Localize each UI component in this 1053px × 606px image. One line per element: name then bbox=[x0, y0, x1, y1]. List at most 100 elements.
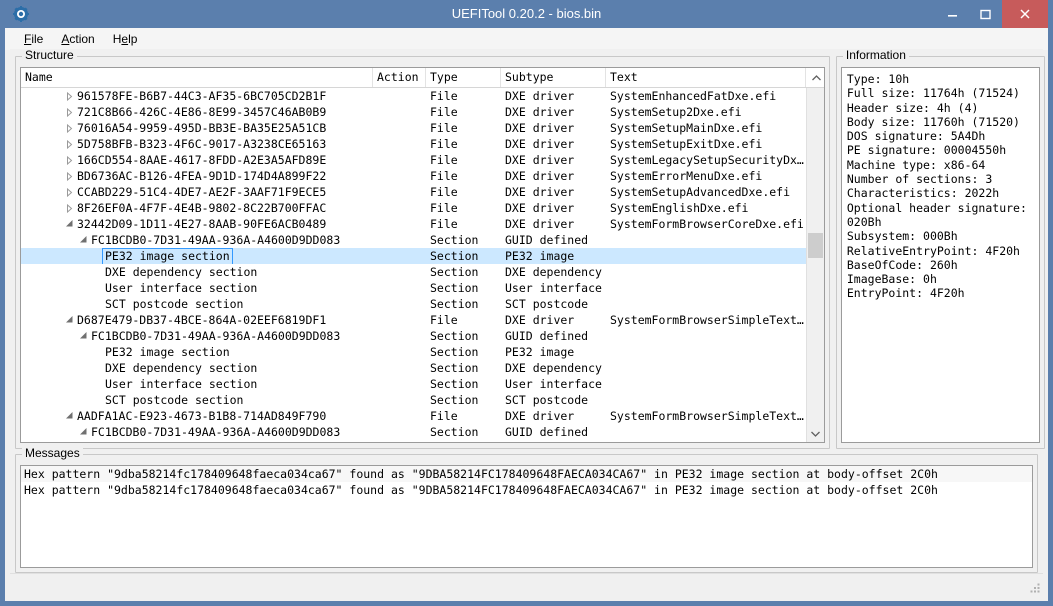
table-row[interactable]: 166CD554-8AAE-4617-8FDD-A2E3A5AFD89E File… bbox=[21, 152, 806, 168]
tree-row-name-cell[interactable]: 32442D09-1D11-4E27-8AAB-90FE6ACB0489 bbox=[21, 216, 373, 232]
tree-row-name-cell[interactable]: 8F26EF0A-4F7F-4E4B-9802-8C22B700FFAC bbox=[21, 200, 373, 216]
tree-row-text: SystemLegacySetupSecurityDx… bbox=[610, 153, 804, 167]
table-row[interactable]: PE32 image section Section PE32 image bbox=[21, 248, 806, 264]
tree-row-name-cell[interactable]: FC1BCDB0-7D31-49AA-936A-A4600D9DD083 bbox=[21, 232, 373, 248]
expand-triangle-icon[interactable] bbox=[63, 123, 75, 133]
tree-row-name-cell[interactable]: AADFA1AC-E923-4673-B1B8-714AD849F790 bbox=[21, 408, 373, 424]
column-header-subtype[interactable]: Subtype bbox=[501, 68, 606, 87]
table-row[interactable]: FC1BCDB0-7D31-49AA-936A-A4600D9DD083 Sect… bbox=[21, 232, 806, 248]
tree-rows[interactable]: 961578FE-B6B7-44C3-AF35-6BC705CD2B1F File… bbox=[21, 88, 806, 442]
menu-file[interactable]: File bbox=[15, 30, 52, 48]
table-row[interactable]: User interface section Section User interf… bbox=[21, 376, 806, 392]
tree-row-name-cell[interactable]: FC1BCDB0-7D31-49AA-936A-A4600D9DD083 bbox=[21, 328, 373, 344]
tree-row-subtype: DXE driver bbox=[505, 121, 575, 135]
tree-row-name-cell[interactable]: D687E479-DB37-4BCE-864A-02EEF6819DF1 bbox=[21, 312, 373, 328]
messages-list[interactable]: Hex pattern "9dba58214fc178409648faeca03… bbox=[20, 465, 1033, 568]
minimize-button[interactable] bbox=[936, 0, 969, 28]
tree-row-text: SystemSetupMainDxe.efi bbox=[610, 121, 763, 135]
table-row[interactable]: BD6736AC-B126-4FEA-9D1D-174D4A899F22 File… bbox=[21, 168, 806, 184]
tree-row-name-cell[interactable]: 76016A54-9959-495D-BB3E-BA35E25A51CB bbox=[21, 120, 373, 136]
information-line: Machine type: x86-64 bbox=[846, 157, 986, 172]
tree-row-subtype: DXE driver bbox=[505, 201, 575, 215]
table-row[interactable]: FC1BCDB0-7D31-49AA-936A-A4600D9DD083 Sect… bbox=[21, 328, 806, 344]
expand-triangle-icon[interactable] bbox=[63, 91, 75, 101]
tree-row-action bbox=[373, 344, 426, 360]
collapse-triangle-icon[interactable] bbox=[63, 315, 75, 325]
column-header-action[interactable]: Action bbox=[373, 68, 426, 87]
message-row[interactable]: Hex pattern "9dba58214fc178409648faeca03… bbox=[21, 466, 1032, 482]
menu-action[interactable]: Action bbox=[52, 30, 103, 48]
table-row[interactable]: PE32 image section Section PE32 image bbox=[21, 344, 806, 360]
tree-row-name-cell[interactable]: User interface section bbox=[21, 376, 373, 392]
expand-triangle-icon[interactable] bbox=[63, 107, 75, 117]
tree-row-name-cell[interactable]: SCT postcode section bbox=[21, 296, 373, 312]
collapse-triangle-icon[interactable] bbox=[63, 219, 75, 229]
message-row[interactable]: Hex pattern "9dba58214fc178409648faeca03… bbox=[21, 482, 1032, 498]
table-row[interactable]: DXE dependency section Section DXE depende… bbox=[21, 360, 806, 376]
tree-row-name-cell[interactable]: BD6736AC-B126-4FEA-9D1D-174D4A899F22 bbox=[21, 168, 373, 184]
expand-triangle-icon[interactable] bbox=[63, 155, 75, 165]
tree-row-name-cell[interactable]: PE32 image section bbox=[21, 344, 373, 360]
information-line: RelativeEntryPoint: 4F20h bbox=[846, 243, 1020, 258]
tree-row-name-cell[interactable]: CCABD229-51C4-4DE7-AE2F-3AAF71F9ECE5 bbox=[21, 184, 373, 200]
tree-row-name-cell[interactable]: 166CD554-8AAE-4617-8FDD-A2E3A5AFD89E bbox=[21, 152, 373, 168]
collapse-triangle-icon[interactable] bbox=[63, 411, 75, 421]
expand-triangle-icon[interactable] bbox=[63, 187, 75, 197]
table-row[interactable]: User interface section Section User interf… bbox=[21, 280, 806, 296]
table-row[interactable]: 8F26EF0A-4F7F-4E4B-9802-8C22B700FFAC File… bbox=[21, 200, 806, 216]
expand-triangle-icon[interactable] bbox=[63, 139, 75, 149]
tree-row-name-cell[interactable]: SCT postcode section bbox=[21, 392, 373, 408]
scroll-down-button[interactable] bbox=[807, 425, 824, 442]
resize-grip-icon[interactable] bbox=[1029, 582, 1041, 594]
tree-row-name-cell[interactable]: DXE dependency section bbox=[21, 264, 373, 280]
tree-row-name-cell[interactable]: 721C8B66-426C-4E86-8E99-3457C46AB0B9 bbox=[21, 104, 373, 120]
tree-row-name: User interface section bbox=[105, 280, 258, 295]
tree-vertical-scrollbar[interactable] bbox=[805, 88, 824, 442]
tree-row-name-cell[interactable]: 5D758BFB-B323-4F6C-9017-A3238CE65163 bbox=[21, 136, 373, 152]
column-header-type[interactable]: Type bbox=[426, 68, 501, 87]
information-line: ImageBase: 0h bbox=[846, 272, 937, 287]
collapse-triangle-icon[interactable] bbox=[77, 235, 89, 245]
tree-row-subtype: DXE driver bbox=[505, 217, 575, 231]
tree-row-type: File bbox=[430, 217, 458, 231]
structure-tree[interactable]: Name Action Type Subtype Text 961578FE-B… bbox=[20, 67, 825, 443]
table-row[interactable]: FC1BCDB0-7D31-49AA-936A-A4600D9DD083 Sect… bbox=[21, 424, 806, 440]
tree-row-text: SystemErrorMenuDxe.efi bbox=[610, 169, 763, 183]
tree-row-name: 961578FE-B6B7-44C3-AF35-6BC705CD2B1F bbox=[77, 88, 327, 103]
close-button[interactable] bbox=[1002, 0, 1048, 28]
table-row[interactable]: 32442D09-1D11-4E27-8AAB-90FE6ACB0489 File… bbox=[21, 216, 806, 232]
information-panel[interactable]: Type: 10h Full size: 11764h (71524) Header… bbox=[840, 67, 1040, 443]
table-row[interactable]: D687E479-DB37-4BCE-864A-02EEF6819DF1 File… bbox=[21, 312, 806, 328]
collapse-triangle-icon[interactable] bbox=[77, 427, 89, 437]
scroll-track[interactable] bbox=[807, 105, 824, 425]
table-row[interactable]: 961578FE-B6B7-44C3-AF35-6BC705CD2B1F File… bbox=[21, 88, 806, 104]
table-row[interactable]: 721C8B66-426C-4E86-8E99-3457C46AB0B9 File… bbox=[21, 104, 806, 120]
table-row[interactable]: 76016A54-9959-495D-BB3E-BA35E25A51CB File… bbox=[21, 120, 806, 136]
tree-row-name-cell[interactable]: PE32 image section bbox=[21, 248, 373, 264]
table-row[interactable]: 5D758BFB-B323-4F6C-9017-A3238CE65163 File… bbox=[21, 136, 806, 152]
tree-row-text bbox=[606, 280, 806, 296]
expand-triangle-icon[interactable] bbox=[63, 171, 75, 181]
tree-row-type: File bbox=[430, 153, 458, 167]
tree-row-name-cell[interactable]: 961578FE-B6B7-44C3-AF35-6BC705CD2B1F bbox=[21, 88, 373, 104]
scroll-up-button[interactable] bbox=[807, 88, 824, 105]
column-header-text[interactable]: Text bbox=[606, 68, 805, 87]
scroll-up-arrow-header[interactable] bbox=[804, 68, 824, 87]
tree-row-name-cell[interactable]: User interface section bbox=[21, 280, 373, 296]
tree-row-name-cell[interactable]: FC1BCDB0-7D31-49AA-936A-A4600D9DD083 bbox=[21, 424, 373, 440]
tree-row-subtype: DXE driver bbox=[505, 137, 575, 151]
table-row[interactable]: DXE dependency section Section DXE depende… bbox=[21, 264, 806, 280]
tree-row-name-cell[interactable]: DXE dependency section bbox=[21, 360, 373, 376]
maximize-button[interactable] bbox=[969, 0, 1002, 28]
table-row[interactable]: SCT postcode section Section SCT postcode bbox=[21, 296, 806, 312]
column-header-name[interactable]: Name bbox=[21, 68, 373, 87]
table-row[interactable]: SCT postcode section Section SCT postcode bbox=[21, 392, 806, 408]
table-row[interactable]: AADFA1AC-E923-4673-B1B8-714AD849F790 File… bbox=[21, 408, 806, 424]
tree-row-action bbox=[373, 312, 426, 328]
menu-help[interactable]: Help bbox=[104, 30, 147, 48]
collapse-triangle-icon[interactable] bbox=[77, 331, 89, 341]
table-row[interactable]: CCABD229-51C4-4DE7-AE2F-3AAF71F9ECE5 File… bbox=[21, 184, 806, 200]
scroll-thumb[interactable] bbox=[807, 233, 823, 258]
expand-triangle-icon[interactable] bbox=[63, 203, 75, 213]
tree-row-type: File bbox=[430, 313, 458, 327]
